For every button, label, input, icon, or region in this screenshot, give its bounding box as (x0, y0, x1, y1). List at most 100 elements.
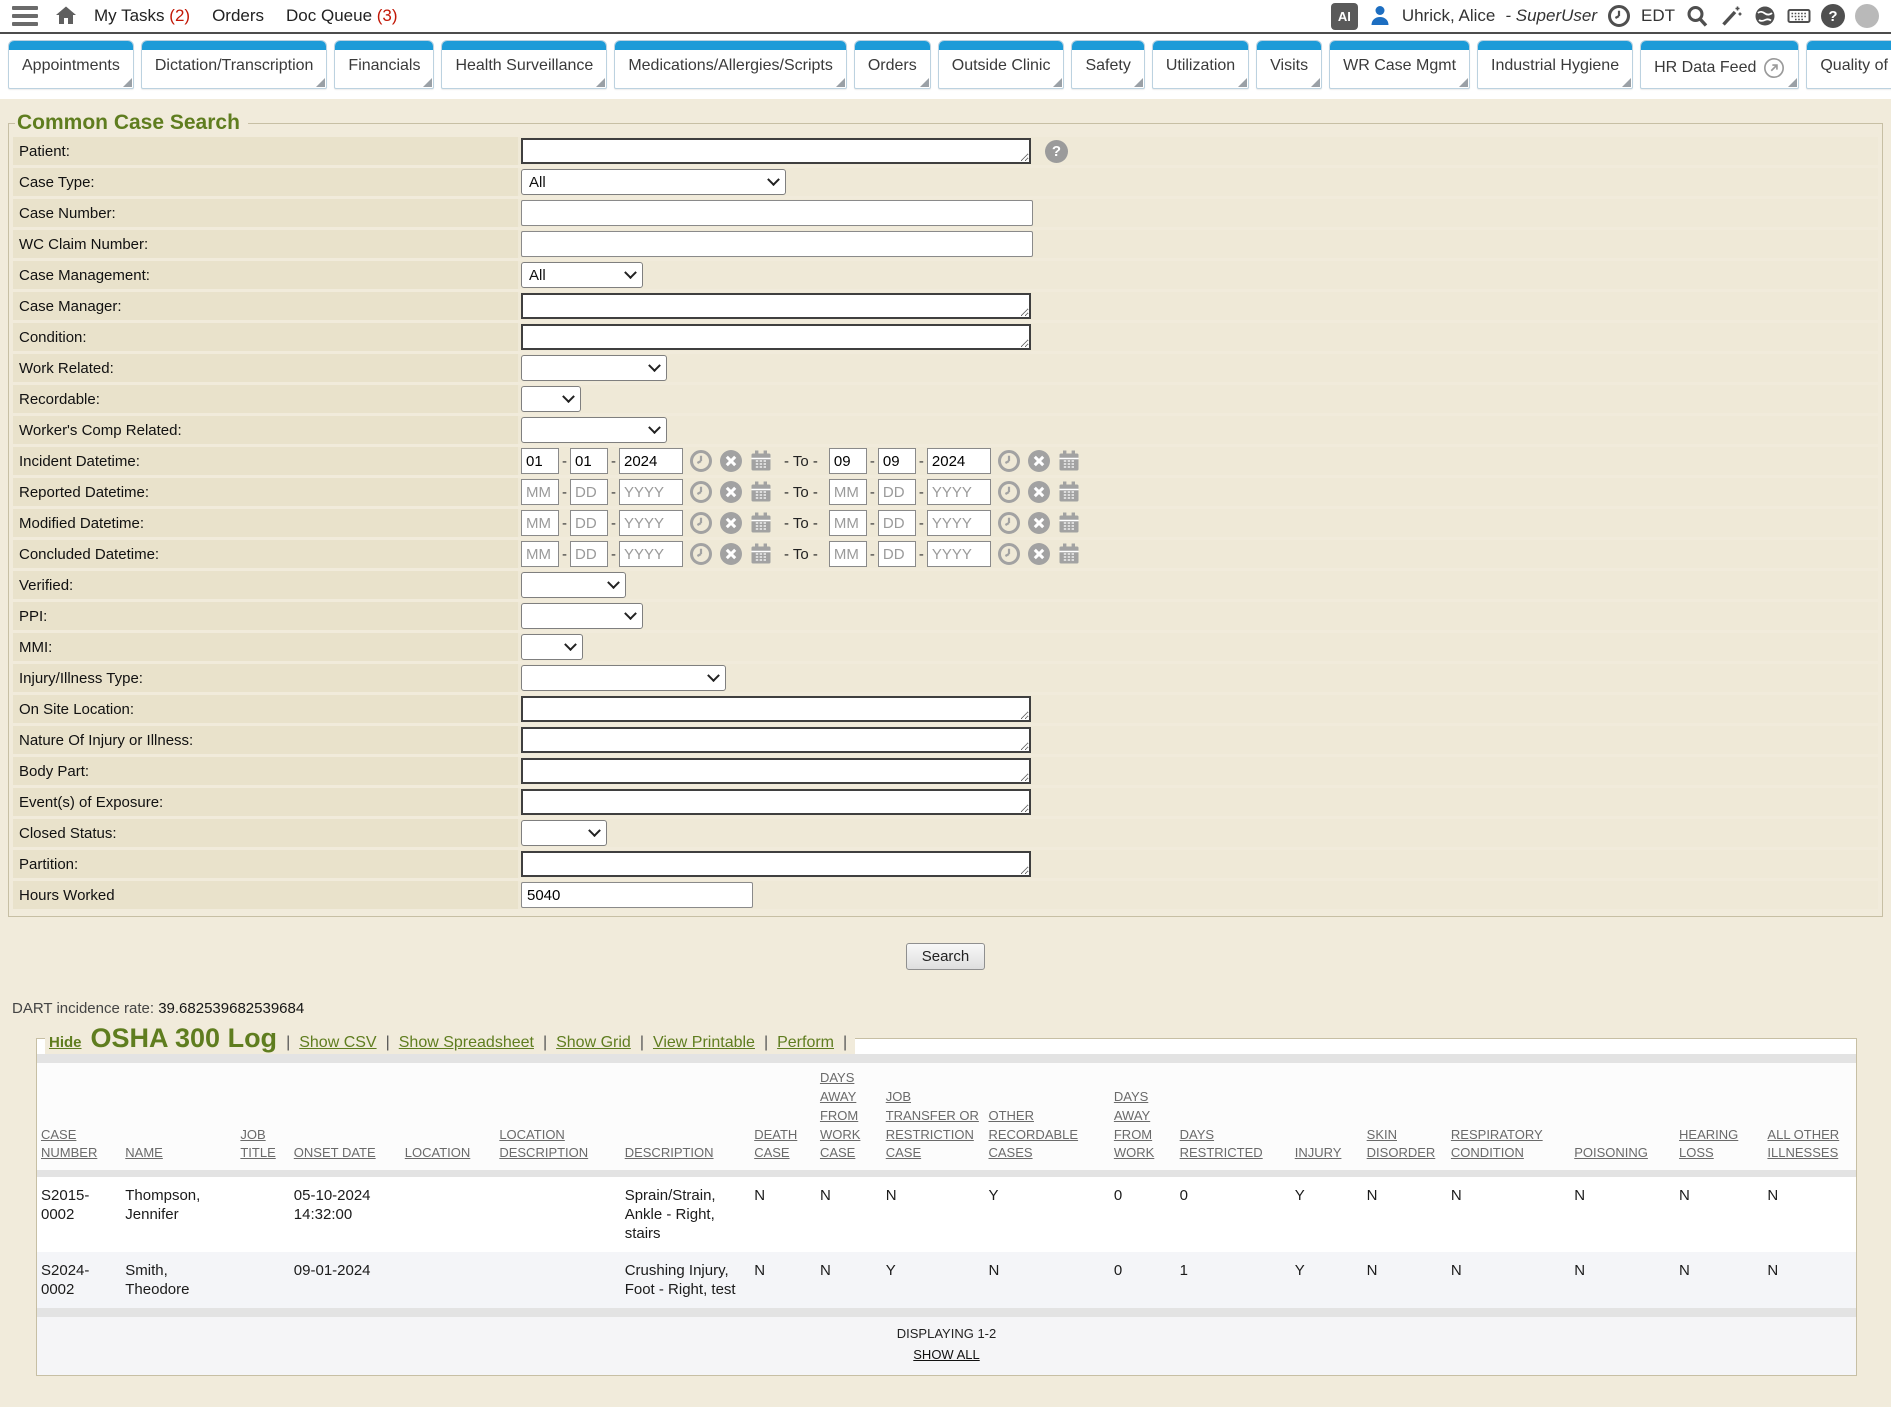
reported-from-day-input[interactable] (570, 479, 608, 505)
col-name[interactable]: NAME (125, 1145, 163, 1160)
table-row[interactable]: S2015-0002 Thompson, Jennifer 05-10-2024… (37, 1174, 1856, 1253)
workers-comp-related-select[interactable] (521, 417, 667, 443)
injury-illness-type-select[interactable] (521, 665, 726, 691)
hamburger-menu-icon[interactable] (12, 6, 38, 26)
col-skin-disorder[interactable]: SKIN DISORDER (1367, 1127, 1436, 1161)
tab-safety[interactable]: Safety (1071, 40, 1144, 89)
time-icon[interactable] (689, 511, 713, 535)
incident-from-year-input[interactable] (619, 448, 683, 474)
tab-hr-data-feed[interactable]: HR Data Feed (1640, 40, 1799, 89)
nav-my-tasks[interactable]: My Tasks (2) (94, 6, 190, 26)
tab-industrial-hygiene[interactable]: Industrial Hygiene (1477, 40, 1633, 89)
concluded-from-year-input[interactable] (619, 541, 683, 567)
incident-from-month-input[interactable] (521, 448, 559, 474)
home-icon[interactable] (54, 4, 78, 28)
show-all-link[interactable]: SHOW ALL (913, 1347, 979, 1362)
col-days-away-from-work[interactable]: DAYS AWAY FROM WORK (1114, 1089, 1154, 1161)
concluded-to-day-input[interactable] (878, 541, 916, 567)
grid-top-scrollbar[interactable] (37, 1054, 1856, 1063)
clear-icon[interactable] (1027, 449, 1051, 473)
case-number-input[interactable] (521, 200, 1033, 226)
calendar-icon[interactable] (749, 511, 773, 535)
mmi-select[interactable] (521, 634, 583, 660)
concluded-from-day-input[interactable] (570, 541, 608, 567)
help-icon[interactable]: ? (1821, 4, 1845, 28)
tab-health-surveillance[interactable]: Health Surveillance (441, 40, 607, 89)
grid-bottom-scrollbar[interactable] (37, 1308, 1856, 1317)
col-case-number[interactable]: CASE NUMBER (41, 1127, 97, 1161)
modified-from-month-input[interactable] (521, 510, 559, 536)
col-death-case[interactable]: DEATH CASE (754, 1127, 797, 1161)
reported-to-day-input[interactable] (878, 479, 916, 505)
time-icon[interactable] (997, 480, 1021, 504)
calendar-icon[interactable] (749, 449, 773, 473)
case-type-select[interactable]: All (521, 169, 786, 195)
show-grid-link[interactable]: Show Grid (556, 1034, 631, 1052)
time-icon[interactable] (689, 480, 713, 504)
hours-worked-input[interactable] (521, 882, 753, 908)
concluded-to-month-input[interactable] (829, 541, 867, 567)
tab-visits[interactable]: Visits (1256, 40, 1322, 89)
modified-to-day-input[interactable] (878, 510, 916, 536)
clear-icon[interactable] (1027, 511, 1051, 535)
tab-financials[interactable]: Financials (334, 40, 434, 89)
on-site-location-field[interactable] (521, 696, 1031, 722)
calendar-icon[interactable] (749, 542, 773, 566)
user-name[interactable]: Uhrick, Alice (1402, 6, 1496, 26)
col-location[interactable]: LOCATION (405, 1145, 471, 1160)
clear-icon[interactable] (1027, 480, 1051, 504)
ai-badge[interactable]: AI (1331, 3, 1358, 30)
modified-from-year-input[interactable] (619, 510, 683, 536)
patient-help-icon[interactable]: ? (1045, 140, 1068, 163)
show-csv-link[interactable]: Show CSV (299, 1034, 376, 1052)
time-icon[interactable] (997, 449, 1021, 473)
calendar-icon[interactable] (1057, 480, 1081, 504)
col-job-title[interactable]: JOB TITLE (240, 1127, 275, 1161)
reported-from-month-input[interactable] (521, 479, 559, 505)
clear-icon[interactable] (1027, 542, 1051, 566)
nav-doc-queue[interactable]: Doc Queue (3) (286, 6, 398, 26)
ppi-select[interactable] (521, 603, 643, 629)
time-icon[interactable] (689, 449, 713, 473)
calendar-icon[interactable] (1057, 542, 1081, 566)
incident-to-day-input[interactable] (878, 448, 916, 474)
col-injury[interactable]: INJURY (1295, 1145, 1342, 1160)
clear-icon[interactable] (719, 449, 743, 473)
modified-to-month-input[interactable] (829, 510, 867, 536)
keyboard-icon[interactable] (1787, 4, 1811, 28)
calendar-icon[interactable] (1057, 449, 1081, 473)
table-row[interactable]: S2024-0002 Smith, Theodore 09-01-2024 Cr… (37, 1252, 1856, 1308)
col-all-other-illnesses[interactable]: ALL OTHER ILLNESSES (1767, 1127, 1839, 1161)
tab-outside-clinic[interactable]: Outside Clinic (938, 40, 1065, 89)
recordable-select[interactable] (521, 386, 581, 412)
tab-appointments[interactable]: Appointments (8, 40, 134, 89)
modified-to-year-input[interactable] (927, 510, 991, 536)
case-management-select[interactable]: All (521, 262, 643, 288)
col-location-description[interactable]: LOCATION DESCRIPTION (499, 1127, 588, 1161)
events-of-exposure-field[interactable] (521, 789, 1031, 815)
incident-to-month-input[interactable] (829, 448, 867, 474)
work-related-select[interactable] (521, 355, 667, 381)
col-poisoning[interactable]: POISONING (1574, 1145, 1648, 1160)
tab-quality-of-care[interactable]: Quality of Care (1806, 40, 1891, 89)
tab-utilization[interactable]: Utilization (1152, 40, 1249, 89)
clear-icon[interactable] (719, 511, 743, 535)
calendar-icon[interactable] (1057, 511, 1081, 535)
tab-orders[interactable]: Orders (854, 40, 931, 89)
time-icon[interactable] (997, 511, 1021, 535)
view-printable-link[interactable]: View Printable (653, 1034, 755, 1052)
concluded-from-month-input[interactable] (521, 541, 559, 567)
col-days-restricted[interactable]: DAYS RESTRICTED (1180, 1127, 1263, 1161)
globe-icon[interactable] (1753, 4, 1777, 28)
search-icon[interactable] (1685, 4, 1709, 28)
nature-of-injury-field[interactable] (521, 727, 1031, 753)
time-icon[interactable] (997, 542, 1021, 566)
incident-from-day-input[interactable] (570, 448, 608, 474)
time-icon[interactable] (689, 542, 713, 566)
wand-icon[interactable] (1719, 4, 1743, 28)
condition-field[interactable] (521, 324, 1031, 350)
col-respiratory-condition[interactable]: RESPIRATORY CONDITION (1451, 1127, 1543, 1161)
show-spreadsheet-link[interactable]: Show Spreadsheet (399, 1034, 534, 1052)
tab-wr-case-mgmt[interactable]: WR Case Mgmt (1329, 40, 1470, 89)
partition-field[interactable] (521, 851, 1031, 877)
